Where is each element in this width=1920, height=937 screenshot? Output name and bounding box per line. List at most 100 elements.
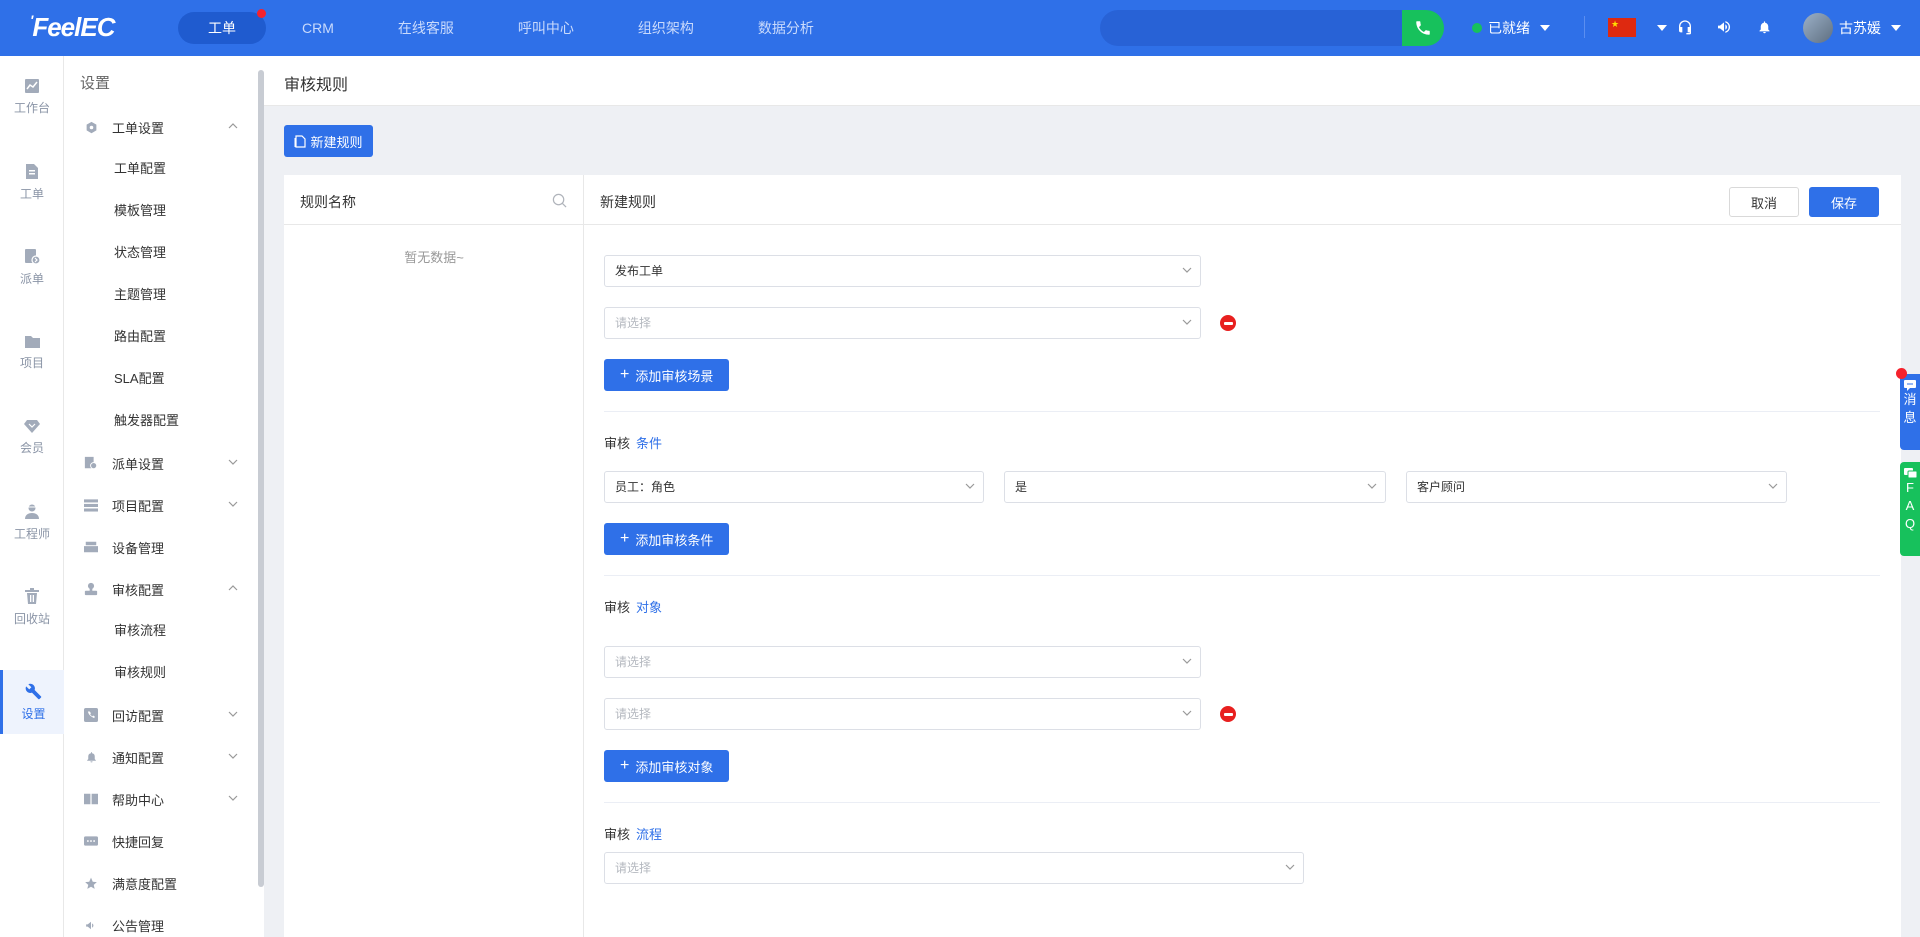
chevron-down-icon xyxy=(1182,710,1192,716)
top-tab-call-center[interactable]: 呼叫中心 xyxy=(490,12,602,44)
save-button[interactable]: 保存 xyxy=(1809,187,1879,217)
menu-help-center[interactable]: 帮助中心 xyxy=(64,781,254,817)
plus-icon: + xyxy=(620,530,630,547)
dispatch-icon xyxy=(24,248,41,265)
message-side-tab[interactable]: 消 息 xyxy=(1896,368,1920,450)
chevron-down-icon xyxy=(1367,483,1377,489)
menu-quick-reply[interactable]: 快捷回复 xyxy=(64,823,254,859)
top-tab-organization[interactable]: 组织架构 xyxy=(610,12,722,44)
condition-field-select[interactable]: 员工：角色 xyxy=(604,471,984,503)
menu-ticket-settings[interactable]: 工单设置 xyxy=(64,109,254,145)
chevron-down-icon xyxy=(228,501,238,507)
object-select-1[interactable]: 请选择 xyxy=(604,646,1201,678)
page-header: 审核规则 xyxy=(264,56,1920,106)
status-dot xyxy=(1472,23,1482,33)
language-caret-icon[interactable] xyxy=(1657,25,1667,31)
menu-device-management[interactable]: 设备管理 xyxy=(64,529,254,565)
user-menu[interactable]: 古苏媛 xyxy=(1803,13,1901,43)
menu-notification-config[interactable]: 通知配置 xyxy=(64,739,254,775)
top-tab-crm[interactable]: CRM xyxy=(274,12,362,44)
chevron-down-icon xyxy=(1768,483,1778,489)
remove-scene-button[interactable] xyxy=(1220,315,1236,331)
announcement-icon[interactable] xyxy=(1714,17,1734,37)
sidebar-title: 设置 xyxy=(80,75,111,92)
chevron-down-icon xyxy=(1182,658,1192,664)
agent-status-dropdown[interactable]: 已就绪 xyxy=(1472,18,1550,38)
flag-star-icon: ★ xyxy=(1611,19,1620,29)
flow-select[interactable]: 请选择 xyxy=(604,852,1304,884)
add-audit-condition-button[interactable]: + 添加审核条件 xyxy=(604,523,730,555)
menu-audit-rules[interactable]: 审核规则 xyxy=(114,655,254,691)
scene-select-2[interactable]: 请选择 xyxy=(604,307,1201,339)
menu-audit-flow[interactable]: 审核流程 xyxy=(114,613,254,649)
scene-select-1[interactable]: 发布工单 xyxy=(604,255,1201,287)
new-rule-button[interactable]: 新建规则 xyxy=(284,125,373,157)
menu-ticket-config[interactable]: 工单配置 xyxy=(114,151,254,187)
menu-sla-config[interactable]: SLA配置 xyxy=(114,361,254,397)
rail-item-ticket[interactable]: 工单 xyxy=(0,150,64,214)
app-logo[interactable]: 'FeelEC xyxy=(30,12,116,43)
folder-icon xyxy=(24,335,40,348)
audit-object-label: 审核 对象 xyxy=(604,600,663,615)
phone-icon xyxy=(1416,21,1430,35)
gear-icon xyxy=(86,121,96,133)
message-icon xyxy=(1904,380,1916,391)
section-divider xyxy=(604,575,1880,576)
menu-status-management[interactable]: 状态管理 xyxy=(114,235,254,271)
top-tab-data-analysis[interactable]: 数据分析 xyxy=(730,12,842,44)
object-select-2[interactable]: 请选择 xyxy=(604,698,1201,730)
search-icon[interactable] xyxy=(552,193,567,208)
rail-item-engineer[interactable]: 工程师 xyxy=(0,490,64,554)
rail-item-dispatch[interactable]: 派单 xyxy=(0,235,64,299)
top-tab-online-service[interactable]: 在线客服 xyxy=(370,12,482,44)
user-name: 古苏媛 xyxy=(1839,20,1881,36)
phone-icon xyxy=(84,708,98,722)
cancel-button[interactable]: 取消 xyxy=(1729,187,1799,217)
menu-topic-management[interactable]: 主题管理 xyxy=(114,277,254,313)
language-flag[interactable]: ★ xyxy=(1608,18,1636,37)
add-audit-scene-button[interactable]: + 添加审核场景 xyxy=(604,359,730,391)
menu-routing-config[interactable]: 路由配置 xyxy=(114,319,254,355)
condition-value-select[interactable]: 客户顾问 xyxy=(1406,471,1787,503)
menu-revisit-config[interactable]: 回访配置 xyxy=(64,697,254,733)
sidebar-scrollbar[interactable] xyxy=(258,70,264,887)
rail-item-workbench[interactable]: 工作台 xyxy=(0,65,64,129)
document-icon xyxy=(26,163,38,179)
menu-dispatch-settings[interactable]: 派单设置 xyxy=(64,445,254,481)
avatar xyxy=(1803,13,1833,43)
chevron-down-icon xyxy=(965,483,975,489)
chat-bubbles-icon xyxy=(1903,468,1917,479)
bell-icon[interactable] xyxy=(1754,17,1774,37)
menu-satisfaction-config[interactable]: 满意度配置 xyxy=(64,865,254,901)
rule-name-label: 规则名称 xyxy=(300,194,356,210)
list-icon xyxy=(84,498,98,512)
device-icon xyxy=(84,541,98,553)
dial-input[interactable] xyxy=(1100,10,1402,46)
engineer-icon xyxy=(25,504,39,519)
rail-item-recycle-bin[interactable]: 回收站 xyxy=(0,575,64,639)
divider xyxy=(1584,16,1585,38)
rule-editor-title: 新建规则 xyxy=(600,194,656,210)
rail-item-project[interactable]: 项目 xyxy=(0,320,64,384)
menu-announcement-management[interactable]: 公告管理 xyxy=(64,907,254,937)
agent-status-label: 已就绪 xyxy=(1488,20,1530,36)
headset-icon[interactable] xyxy=(1675,17,1695,37)
add-audit-object-button[interactable]: + 添加审核对象 xyxy=(604,750,730,782)
plus-icon: + xyxy=(620,757,630,774)
rail-item-settings[interactable]: 设置 xyxy=(0,670,64,734)
menu-project-config[interactable]: 项目配置 xyxy=(64,487,254,523)
menu-audit-config[interactable]: 审核配置 xyxy=(64,571,254,607)
menu-template-management[interactable]: 模板管理 xyxy=(114,193,254,229)
chart-icon xyxy=(25,79,39,93)
rail-item-member[interactable]: 会员 xyxy=(0,405,64,469)
top-tab-ticket[interactable]: 工单 xyxy=(178,9,266,44)
rule-list-header: 规则名称 xyxy=(284,175,583,225)
page-title: 审核规则 xyxy=(284,77,349,94)
diamond-icon xyxy=(24,419,40,433)
menu-trigger-config[interactable]: 触发器配置 xyxy=(114,403,254,439)
megaphone-icon xyxy=(86,921,94,929)
call-button[interactable] xyxy=(1402,10,1444,46)
remove-object-button[interactable] xyxy=(1220,706,1236,722)
condition-operator-select[interactable]: 是 xyxy=(1004,471,1386,503)
faq-side-tab[interactable]: F A Q xyxy=(1900,462,1920,556)
